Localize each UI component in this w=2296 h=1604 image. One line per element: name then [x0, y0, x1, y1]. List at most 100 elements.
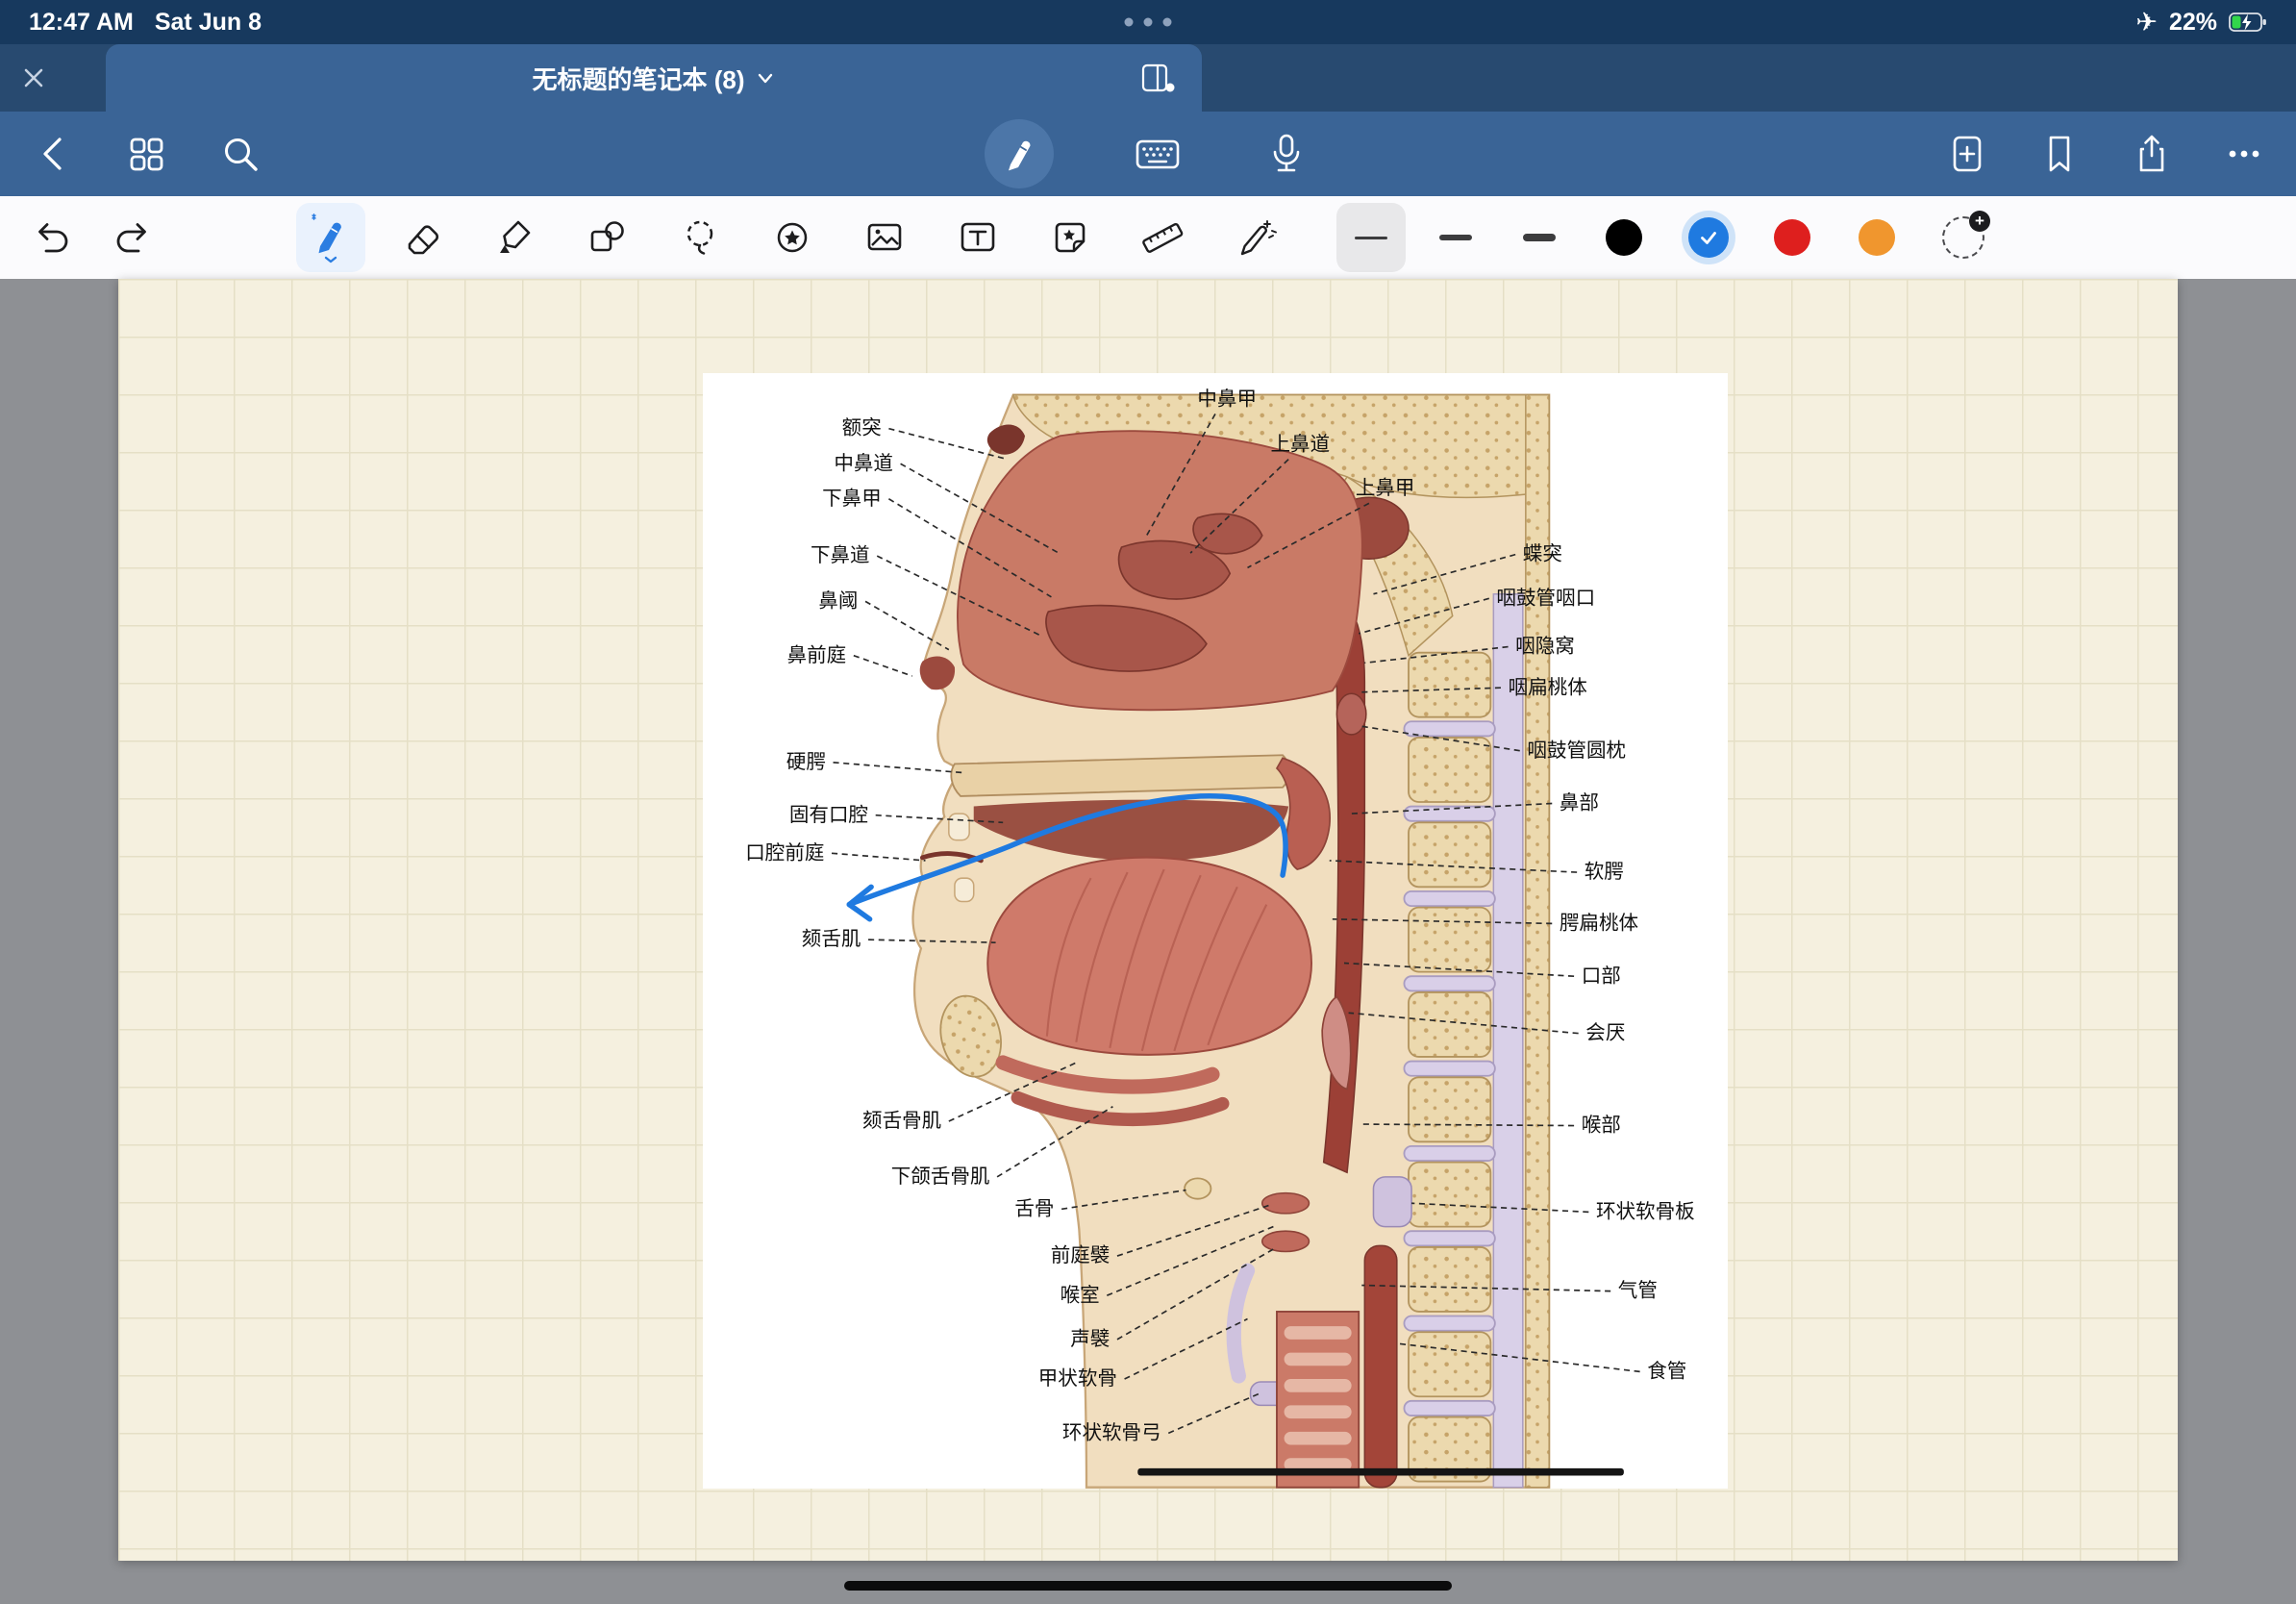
- close-icon: [21, 65, 46, 90]
- anatomy-label: 颏舌骨肌: [862, 1110, 941, 1132]
- status-time: 12:47 AM: [29, 9, 134, 37]
- grid-icon: [125, 133, 167, 175]
- eraser-tool-button[interactable]: [388, 203, 458, 272]
- color-red-button[interactable]: [1758, 203, 1827, 272]
- eraser-icon: [401, 215, 445, 260]
- anatomy-label: 舌骨: [1014, 1197, 1054, 1219]
- elements-tool-button[interactable]: [1036, 203, 1105, 272]
- ruler-icon: [1140, 215, 1185, 260]
- anatomy-label: 前庭襞: [1051, 1244, 1111, 1266]
- black-swatch: [1606, 219, 1642, 256]
- anatomy-label: 额突: [842, 417, 882, 439]
- lasso-tool-button[interactable]: [665, 203, 735, 272]
- stroke-width-thick-button[interactable]: [1505, 203, 1574, 272]
- stroke-width-thin-button[interactable]: [1336, 203, 1406, 272]
- medium-line-icon: [1439, 235, 1472, 240]
- home-indicator[interactable]: [844, 1581, 1452, 1591]
- blue-swatch: [1688, 217, 1729, 258]
- share-icon: [2131, 133, 2173, 175]
- thin-line-icon: [1355, 237, 1387, 239]
- add-color-button[interactable]: +: [1929, 203, 1998, 272]
- highlighter-icon: [493, 215, 537, 260]
- anatomy-label: 口腔前庭: [745, 841, 824, 864]
- main-toolbar: [0, 112, 2296, 196]
- anatomy-label: 鼻部: [1560, 792, 1599, 815]
- microphone-button[interactable]: [1261, 129, 1311, 179]
- undo-button[interactable]: [16, 203, 86, 272]
- ruler-tool-button[interactable]: [1128, 203, 1197, 272]
- laser-pointer-button[interactable]: [1220, 203, 1289, 272]
- share-button[interactable]: [2127, 129, 2177, 179]
- anatomy-figure[interactable]: 额突中鼻道下鼻甲下鼻道鼻阈鼻前庭硬腭固有口腔口腔前庭颏舌肌颏舌骨肌下颌舌骨肌舌骨…: [703, 373, 1728, 1489]
- image-icon: [862, 215, 907, 260]
- anatomy-label: 咽鼓管咽口: [1496, 587, 1595, 609]
- back-button[interactable]: [27, 129, 77, 179]
- highlighter-tool-button[interactable]: [481, 203, 550, 272]
- chevron-left-icon: [36, 132, 68, 176]
- anatomy-label: 蝶突: [1523, 543, 1562, 565]
- multitasking-dots[interactable]: [1125, 18, 1172, 27]
- orange-swatch: [1859, 219, 1895, 256]
- anatomy-label: 咽鼓管圆枕: [1527, 739, 1626, 762]
- battery-icon: [2229, 12, 2267, 33]
- document-title: 无标题的笔记本 (8): [532, 61, 744, 96]
- pen-tool-button[interactable]: [296, 203, 365, 272]
- blue-swatch-ring: [1682, 211, 1735, 264]
- keyboard-button[interactable]: [1133, 129, 1183, 179]
- thumbnails-button[interactable]: [121, 129, 171, 179]
- anatomy-label: 鼻前庭: [787, 644, 847, 666]
- add-page-icon: [1946, 133, 1988, 175]
- figure-underline: [1137, 1468, 1624, 1476]
- anatomy-label: 声襞: [1070, 1328, 1110, 1350]
- redo-button[interactable]: [99, 203, 168, 272]
- elements-icon: [1048, 215, 1092, 260]
- pen-tool-icon: [307, 212, 355, 263]
- check-icon: [1698, 227, 1719, 248]
- tool-ribbon: +: [0, 196, 2296, 281]
- thick-line-icon: [1523, 234, 1556, 242]
- laser-pointer-icon: [1233, 215, 1277, 260]
- anatomy-label: 鼻阈: [818, 589, 858, 612]
- anatomy-label: 腭扁桃体: [1560, 912, 1638, 934]
- anatomy-label: 环状软骨板: [1596, 1200, 1695, 1222]
- ellipsis-icon: [2223, 133, 2265, 175]
- color-black-button[interactable]: [1589, 203, 1659, 272]
- more-options-button[interactable]: [2219, 129, 2269, 179]
- search-button[interactable]: [215, 129, 265, 179]
- anatomy-label: 上鼻道: [1270, 434, 1330, 456]
- tab-overview-button[interactable]: [1140, 62, 1177, 94]
- page-tabs-icon: [1140, 62, 1177, 94]
- anatomy-label: 中鼻道: [834, 452, 893, 474]
- anatomy-label: 环状软骨弓: [1062, 1421, 1161, 1443]
- sticker-star-icon: [770, 215, 814, 260]
- document-tab[interactable]: 无标题的笔记本 (8): [106, 44, 1202, 112]
- shapes-tool-button[interactable]: [573, 203, 642, 272]
- tab-bar: 无标题的笔记本 (8): [0, 44, 2296, 112]
- pen-mode-button[interactable]: [985, 119, 1054, 188]
- text-tool-button[interactable]: [943, 203, 1012, 272]
- color-orange-button[interactable]: [1842, 203, 1911, 272]
- microphone-icon: [1267, 132, 1306, 176]
- bookmark-button[interactable]: [2034, 129, 2084, 179]
- image-tool-button[interactable]: [850, 203, 919, 272]
- add-page-button[interactable]: [1942, 129, 1992, 179]
- close-document-button[interactable]: [0, 44, 106, 112]
- battery-percent: 22%: [2169, 9, 2217, 37]
- anatomy-label: 口部: [1582, 965, 1621, 987]
- anatomy-label: 软腭: [1585, 861, 1624, 883]
- anatomy-label: 喉部: [1582, 1115, 1621, 1137]
- anatomy-label: 下鼻道: [811, 544, 870, 566]
- stroke-width-medium-button[interactable]: [1421, 203, 1490, 272]
- search-icon: [219, 133, 262, 175]
- anatomy-label: 咽扁桃体: [1509, 676, 1587, 698]
- notebook-page[interactable]: 额突中鼻道下鼻甲下鼻道鼻阈鼻前庭硬腭固有口腔口腔前庭颏舌肌颏舌骨肌下颌舌骨肌舌骨…: [118, 279, 2178, 1561]
- status-bar: 12:47 AM Sat Jun 8 ✈ 22%: [0, 0, 2296, 44]
- sticker-tool-button[interactable]: [758, 203, 827, 272]
- anatomy-label: 咽隐窝: [1515, 636, 1575, 658]
- color-blue-button[interactable]: [1674, 203, 1743, 272]
- anatomy-label: 固有口腔: [789, 804, 868, 826]
- anatomy-label: 甲状软骨: [1038, 1367, 1117, 1390]
- chevron-down-icon: [755, 67, 776, 88]
- anatomy-label: 会厌: [1585, 1022, 1625, 1044]
- undo-icon: [29, 215, 73, 260]
